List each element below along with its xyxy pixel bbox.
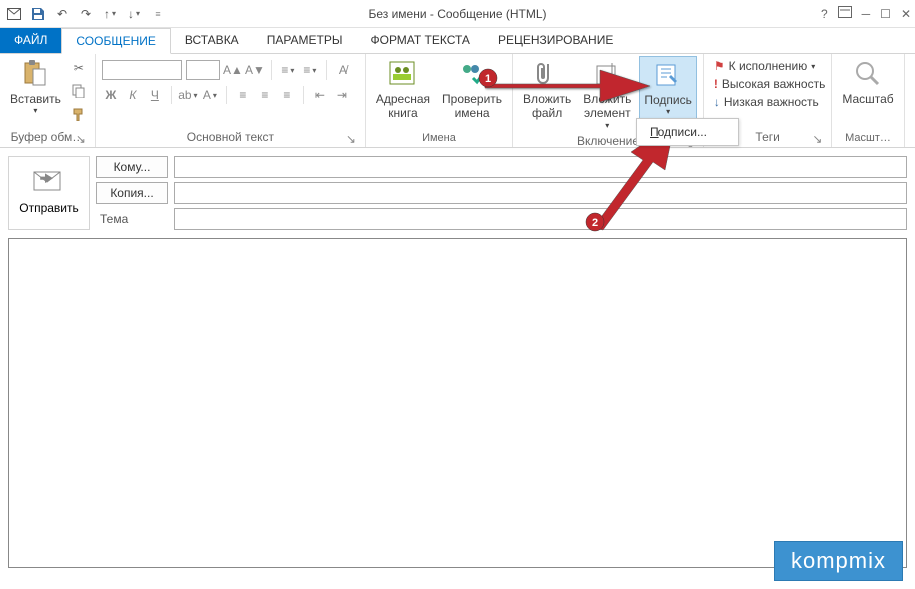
magnifier-icon xyxy=(852,58,884,90)
follow-up-button[interactable]: ⚑К исполнению▾ xyxy=(714,58,825,74)
check-names-button[interactable]: Проверить имена xyxy=(438,56,506,123)
dialog-launcher-icon[interactable]: ↘ xyxy=(345,132,357,144)
cut-icon[interactable]: ✂ xyxy=(69,58,89,78)
next-item-icon[interactable]: ↓ xyxy=(126,6,142,22)
group-basic-text: A▲ A▼ ≡ ≡ A̸ Ж К Ч ab A ≡ ≡ ≡ ⇤ xyxy=(96,54,366,147)
group-names-label: Имена xyxy=(372,130,506,147)
increase-indent-icon[interactable]: ⇥ xyxy=(333,86,351,104)
subject-input[interactable] xyxy=(174,208,907,230)
numbering-icon[interactable]: ≡ xyxy=(301,61,319,79)
subject-label: Тема xyxy=(96,208,168,230)
attach-item-button[interactable]: Вложить элемент▾ xyxy=(579,56,635,132)
attach-file-label: Вложить файл xyxy=(523,92,571,121)
group-clipboard: Вставить ▾ ✂ Буфер обм…↘ xyxy=(0,54,96,147)
minimize-icon[interactable]: ─ xyxy=(862,7,871,21)
group-zoom-label: Масшт… xyxy=(838,130,897,147)
mail-icon xyxy=(6,6,22,22)
cc-button[interactable]: Копия... xyxy=(96,182,168,204)
maximize-icon[interactable]: ☐ xyxy=(880,7,891,21)
qat-customize-icon[interactable]: ≡ xyxy=(150,6,166,22)
ribbon-options-icon[interactable] xyxy=(838,6,852,21)
group-clipboard-label: Буфер обм…↘ xyxy=(6,128,89,147)
align-right-icon[interactable]: ≡ xyxy=(278,86,296,104)
tab-insert[interactable]: ВСТАВКА xyxy=(171,28,253,53)
paste-button[interactable]: Вставить ▾ xyxy=(6,56,65,118)
tab-review[interactable]: РЕЦЕНЗИРОВАНИЕ xyxy=(484,28,627,53)
decrease-indent-icon[interactable]: ⇤ xyxy=(311,86,329,104)
font-color-icon[interactable]: A xyxy=(201,86,219,104)
watermark: kompmix xyxy=(774,541,903,581)
save-icon[interactable] xyxy=(30,6,46,22)
flag-icon: ⚑ xyxy=(714,59,725,73)
title-bar: ↶ ↷ ↑ ↓ ≡ Без имени - Сообщение (HTML) ?… xyxy=(0,0,915,28)
signature-button[interactable]: Подпись ▾ xyxy=(639,56,697,120)
cc-input[interactable] xyxy=(174,182,907,204)
address-book-icon xyxy=(387,58,419,90)
group-zoom: Масштаб Масшт… xyxy=(832,54,904,147)
close-icon[interactable]: ✕ xyxy=(901,7,911,21)
low-importance-button[interactable]: ↓Низкая важность xyxy=(714,94,825,110)
group-names: Адресная книга Проверить имена Имена xyxy=(366,54,513,147)
signature-label: Подпись xyxy=(644,93,692,107)
tab-format-text[interactable]: ФОРМАТ ТЕКСТА xyxy=(356,28,483,53)
prev-item-icon[interactable]: ↑ xyxy=(102,6,118,22)
copy-icon[interactable] xyxy=(69,81,89,101)
dialog-launcher-icon[interactable]: ↘ xyxy=(811,132,823,144)
redo-icon[interactable]: ↷ xyxy=(78,6,94,22)
font-size-input[interactable] xyxy=(186,60,220,80)
format-painter-icon[interactable] xyxy=(69,104,89,124)
signature-dropdown: Подписи... xyxy=(636,118,739,146)
check-names-label: Проверить имена xyxy=(442,92,502,121)
attach-file-button[interactable]: Вложить файл xyxy=(519,56,575,123)
down-arrow-icon: ↓ xyxy=(714,95,720,109)
zoom-button[interactable]: Масштаб xyxy=(838,56,897,108)
tab-file[interactable]: ФАЙЛ xyxy=(0,28,61,53)
exclamation-icon: ! xyxy=(714,77,718,91)
grow-font-icon[interactable]: A▲ xyxy=(224,61,242,79)
align-left-icon[interactable]: ≡ xyxy=(234,86,252,104)
ribbon: Вставить ▾ ✂ Буфер обм…↘ A▲ A▼ ≡ ≡ A̸ xyxy=(0,54,915,148)
message-body[interactable] xyxy=(8,238,907,568)
tab-message[interactable]: СООБЩЕНИЕ xyxy=(61,28,171,54)
group-basic-text-label: Основной текст↘ xyxy=(102,128,359,147)
zoom-label: Масштаб xyxy=(842,92,893,106)
paste-icon xyxy=(19,58,51,90)
paste-label: Вставить xyxy=(10,92,61,106)
undo-icon[interactable]: ↶ xyxy=(54,6,70,22)
bold-button[interactable]: Ж xyxy=(102,86,120,104)
address-book-label: Адресная книга xyxy=(376,92,430,121)
send-button[interactable]: Отправить xyxy=(8,156,90,230)
bullets-icon[interactable]: ≡ xyxy=(279,61,297,79)
chevron-down-icon: ▾ xyxy=(666,107,670,117)
signature-icon xyxy=(652,59,684,91)
font-name-input[interactable] xyxy=(102,60,182,80)
align-center-icon[interactable]: ≡ xyxy=(256,86,274,104)
compose-header: Отправить Кому... Копия... Тема xyxy=(0,148,915,230)
check-names-icon xyxy=(456,58,488,90)
tab-options[interactable]: ПАРАМЕТРЫ xyxy=(253,28,357,53)
send-label: Отправить xyxy=(19,201,79,215)
quick-access-toolbar: ↶ ↷ ↑ ↓ ≡ xyxy=(0,6,166,22)
help-icon[interactable]: ? xyxy=(821,7,828,21)
signatures-menu-item[interactable]: Подписи... xyxy=(638,122,737,142)
attach-item-icon xyxy=(591,58,623,90)
clear-format-icon[interactable]: A̸ xyxy=(334,61,352,79)
underline-button[interactable]: Ч xyxy=(146,86,164,104)
high-importance-button[interactable]: !Высокая важность xyxy=(714,76,825,92)
attach-item-label: Вложить элемент xyxy=(583,92,631,121)
italic-button[interactable]: К xyxy=(124,86,142,104)
paperclip-icon xyxy=(531,58,563,90)
window-controls: ? ─ ☐ ✕ xyxy=(821,6,911,21)
to-input[interactable] xyxy=(174,156,907,178)
ribbon-tabs: ФАЙЛ СООБЩЕНИЕ ВСТАВКА ПАРАМЕТРЫ ФОРМАТ … xyxy=(0,28,915,54)
highlight-icon[interactable]: ab xyxy=(179,86,197,104)
chevron-down-icon: ▾ xyxy=(33,106,37,116)
send-icon xyxy=(33,171,65,195)
shrink-font-icon[interactable]: A▼ xyxy=(246,61,264,79)
address-book-button[interactable]: Адресная книга xyxy=(372,56,434,123)
dialog-launcher-icon[interactable]: ↘ xyxy=(75,132,87,144)
to-button[interactable]: Кому... xyxy=(96,156,168,178)
